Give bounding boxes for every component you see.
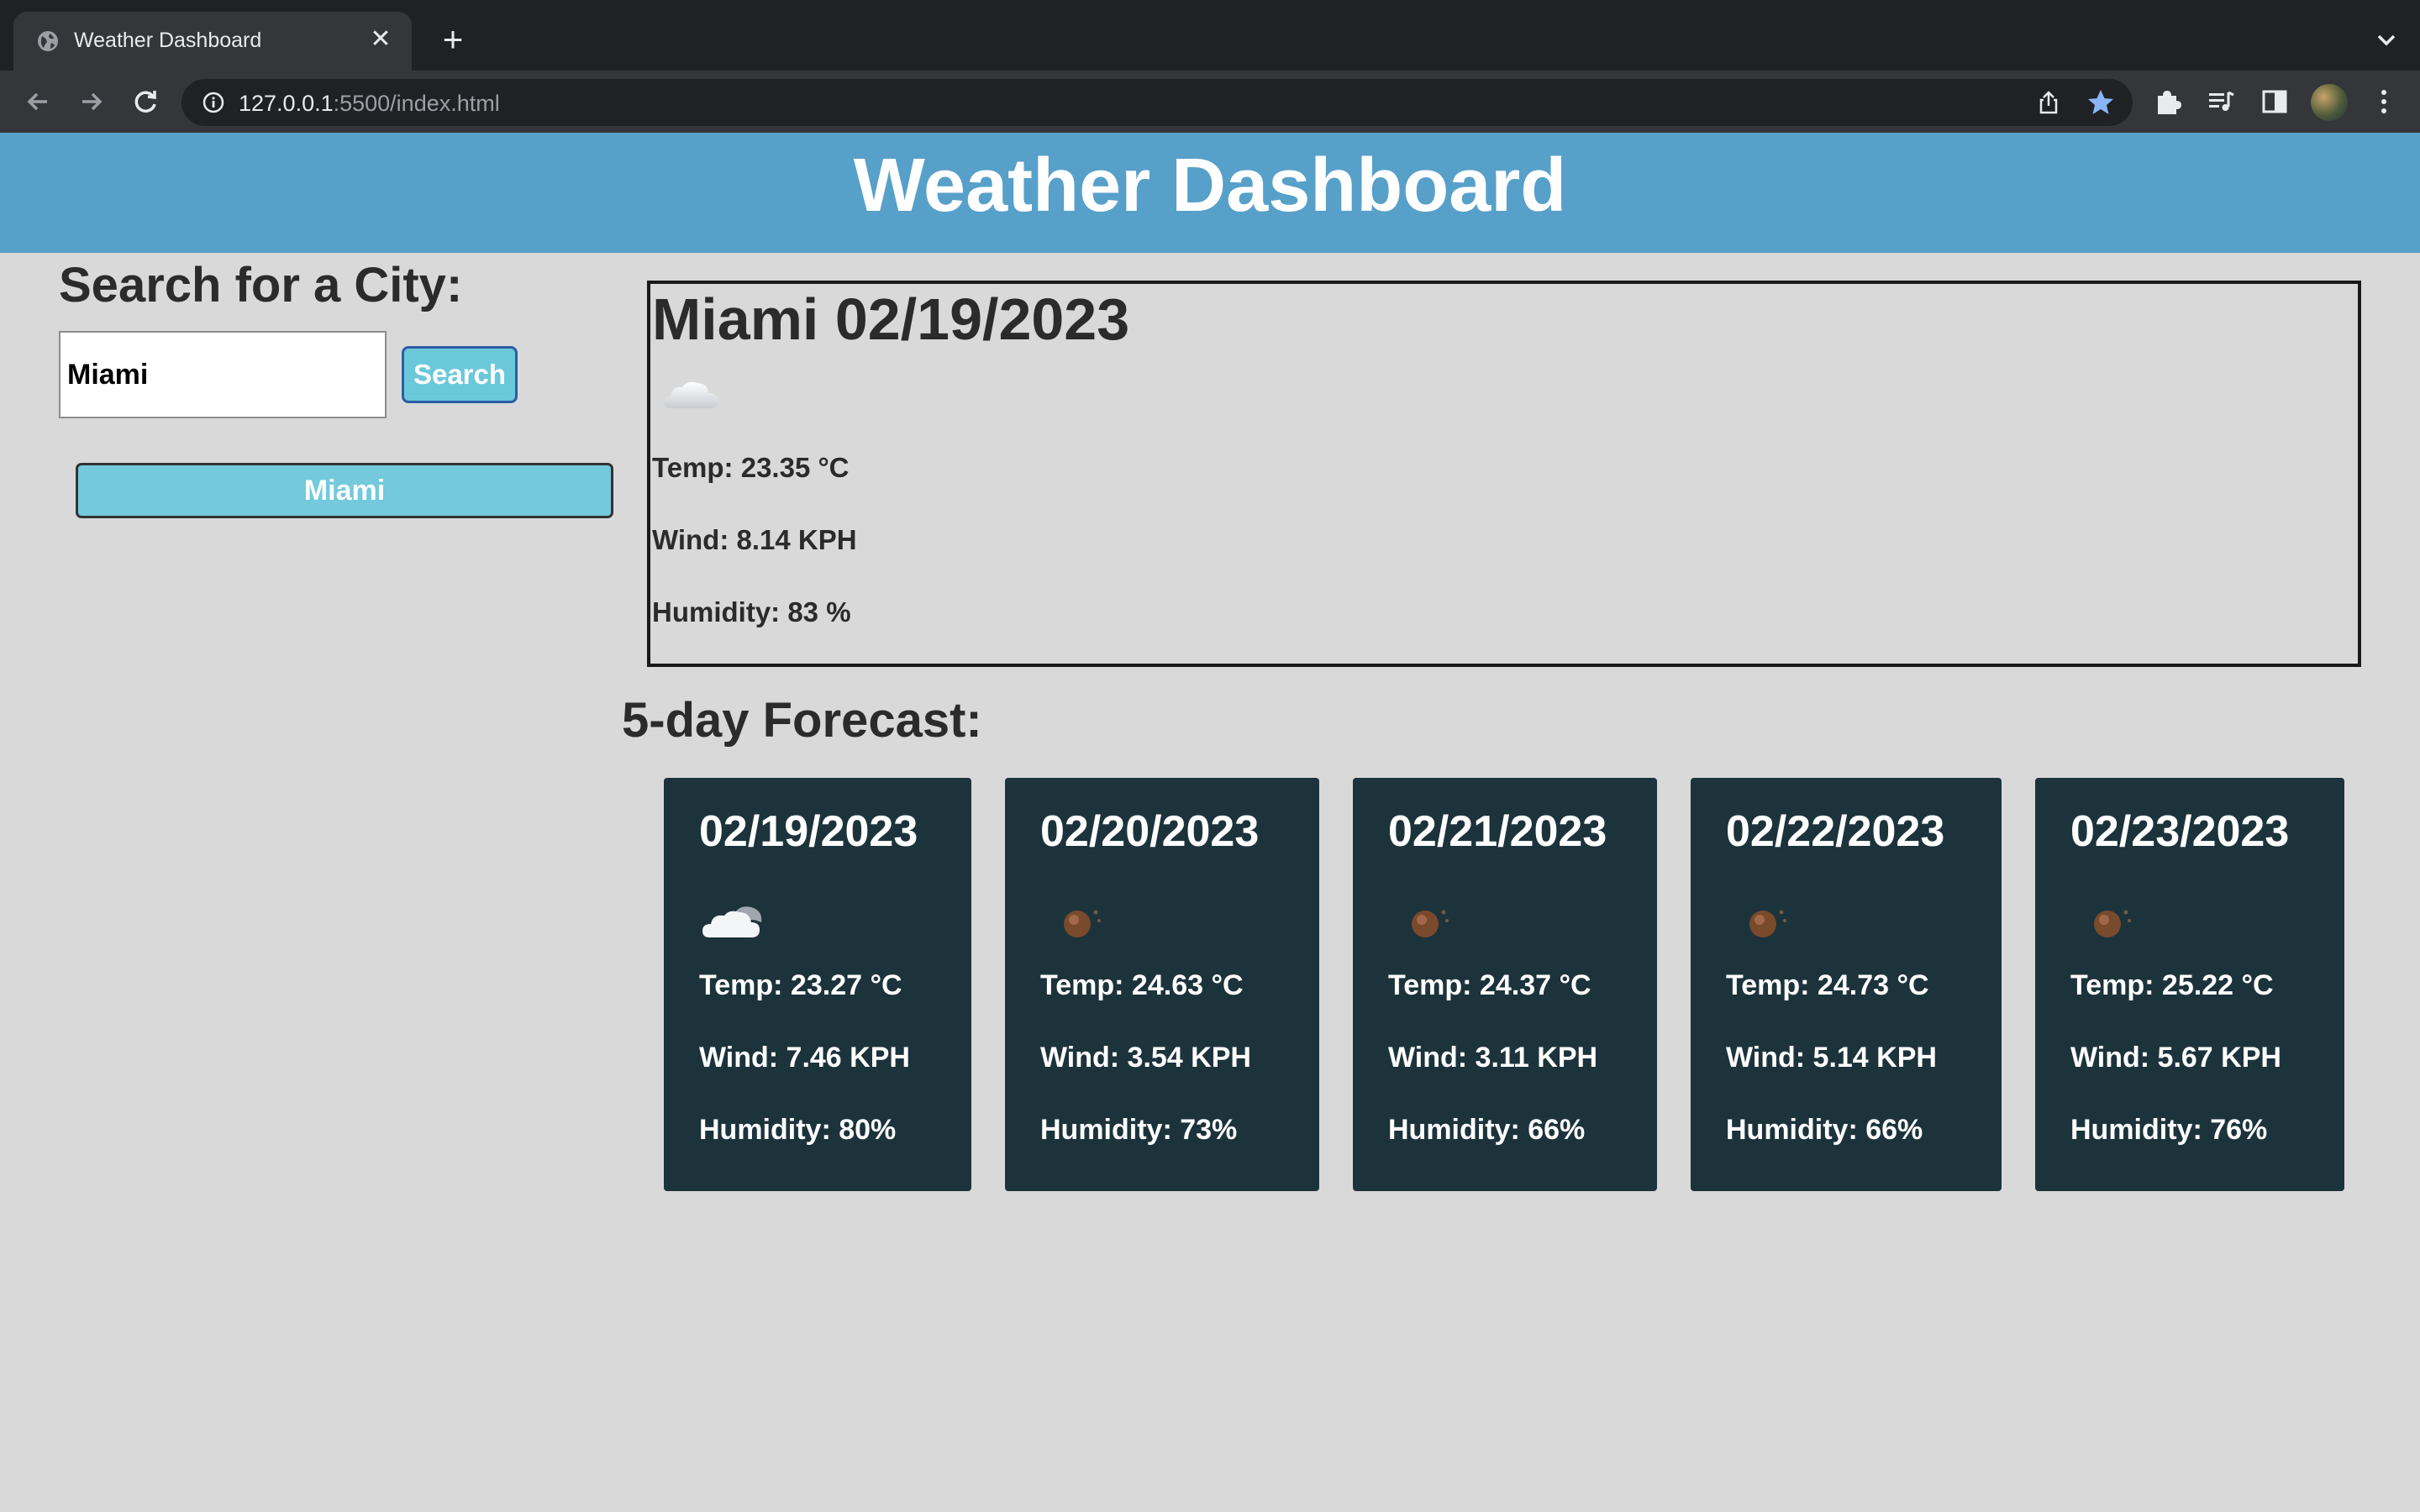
- forecast-card: 02/21/2023 Temp: 24.37 °C Wind: 3.11 KPH…: [1353, 778, 1657, 1191]
- forward-arrow-icon[interactable]: [74, 84, 109, 119]
- forecast-humidity: Humidity: 73%: [1040, 1114, 1238, 1146]
- profile-avatar[interactable]: [2311, 84, 2348, 121]
- forecast-temp: Temp: 24.73 °C: [1726, 969, 1929, 1001]
- app-title: Weather Dashboard: [853, 144, 1567, 228]
- forecast-heading: 5-day Forecast:: [622, 693, 982, 748]
- search-heading: Search for a City:: [59, 258, 463, 312]
- forecast-card: 02/19/2023 Temp: 23.27 °C Wind: 7.46 KPH…: [664, 778, 971, 1191]
- browser-tab[interactable]: Weather Dashboard ✕: [13, 12, 412, 71]
- chevron-down-icon[interactable]: [2370, 24, 2403, 57]
- forecast-wind: Wind: 3.54 KPH: [1040, 1042, 1251, 1074]
- forecast-humidity: Humidity: 80%: [699, 1114, 897, 1146]
- forecast-date: 02/22/2023: [1726, 807, 1945, 856]
- reload-icon[interactable]: [128, 84, 163, 119]
- history-city-button[interactable]: Miami: [76, 463, 613, 518]
- back-arrow-icon[interactable]: [20, 84, 55, 119]
- forecast-card: 02/23/2023 Temp: 25.22 °C Wind: 5.67 KPH…: [2035, 778, 2344, 1191]
- address-bar[interactable]: 127.0.0.1:5500/index.html: [182, 79, 2133, 126]
- forecast-card: 02/22/2023 Temp: 24.73 °C Wind: 5.14 KPH…: [1691, 778, 2002, 1191]
- search-button[interactable]: Search: [402, 346, 518, 403]
- close-tab-icon[interactable]: ✕: [366, 25, 395, 54]
- forecast-wind: Wind: 3.11 KPH: [1388, 1042, 1598, 1074]
- current-temp: Temp: 23.35 °C: [652, 452, 850, 483]
- browser-tab-bar: Weather Dashboard ✕ +: [0, 0, 2420, 71]
- bookmark-star-icon[interactable]: [2086, 87, 2116, 118]
- browser-toolbar: 127.0.0.1:5500/index.html: [0, 71, 2420, 133]
- tab-title: Weather Dashboard: [74, 29, 262, 52]
- cloud-icon: [664, 381, 718, 408]
- forecast-date: 02/21/2023: [1388, 807, 1607, 856]
- forecast-wind: Wind: 7.46 KPH: [699, 1042, 910, 1074]
- share-icon[interactable]: [2035, 89, 2062, 116]
- forecast-temp: Temp: 24.37 °C: [1388, 969, 1591, 1001]
- clear-night-icon: [1412, 910, 1449, 937]
- current-humidity: Humidity: 83 %: [652, 596, 851, 627]
- new-tab-icon[interactable]: +: [435, 22, 471, 57]
- forecast-temp: Temp: 24.63 °C: [1040, 969, 1244, 1001]
- site-info-icon[interactable]: [202, 91, 225, 114]
- forecast-humidity: Humidity: 76%: [2070, 1114, 2268, 1146]
- forecast-wind: Wind: 5.14 KPH: [1726, 1042, 1937, 1074]
- clear-night-icon: [2094, 910, 2131, 937]
- forecast-date: 02/23/2023: [2070, 807, 2290, 856]
- current-wind: Wind: 8.14 KPH: [652, 524, 857, 555]
- url-text: 127.0.0.1:5500/index.html: [239, 91, 500, 116]
- forecast-humidity: Humidity: 66%: [1726, 1114, 1923, 1146]
- forecast-card: 02/20/2023 Temp: 24.63 °C Wind: 3.54 KPH…: [1005, 778, 1319, 1191]
- globe-icon: [38, 31, 58, 51]
- clear-night-icon: [1064, 910, 1101, 937]
- forecast-wind: Wind: 5.67 KPH: [2070, 1042, 2281, 1074]
- side-panel-icon[interactable]: [2259, 86, 2291, 118]
- city-search-input[interactable]: [59, 331, 387, 418]
- partly-cloudy-icon: [702, 906, 762, 937]
- forecast-temp: Temp: 25.22 °C: [2070, 969, 2274, 1001]
- forecast-temp: Temp: 23.27 °C: [699, 969, 902, 1001]
- current-weather-panel: Miami 02/19/2023 Temp: 23.35 °C Wind: 8.…: [647, 281, 2361, 667]
- app-header: Weather Dashboard: [0, 133, 2420, 253]
- forecast-humidity: Humidity: 66%: [1388, 1114, 1586, 1146]
- forecast-date: 02/20/2023: [1040, 807, 1260, 856]
- current-city-date: Miami 02/19/2023: [652, 286, 1130, 352]
- extensions-puzzle-icon[interactable]: [2151, 86, 2183, 118]
- clear-night-icon: [1749, 910, 1786, 937]
- forecast-date: 02/19/2023: [699, 807, 918, 856]
- page-viewport: Weather Dashboard Search for a City: Sea…: [0, 133, 2420, 1512]
- more-options-icon[interactable]: [2368, 86, 2400, 118]
- media-queue-icon[interactable]: [2205, 86, 2237, 118]
